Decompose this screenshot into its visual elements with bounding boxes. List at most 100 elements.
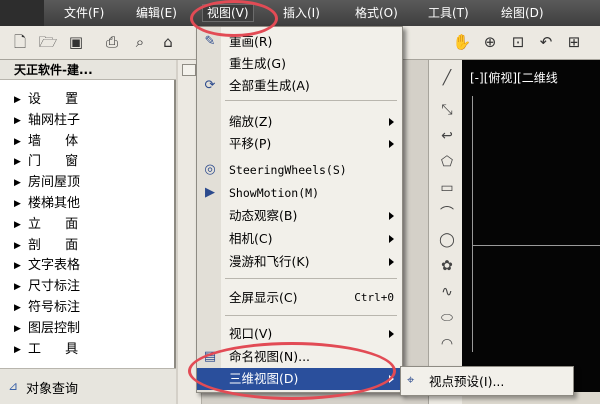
panel-item[interactable]: 轴网柱子 (28, 111, 80, 131)
menu-separator (225, 100, 397, 101)
new-file-icon[interactable]: 🗋 (10, 32, 30, 52)
line-icon[interactable]: ╱ (437, 68, 457, 88)
menu-file[interactable]: 文件(F) (60, 4, 108, 22)
view-menu-item[interactable]: 动态观察(B) (197, 205, 402, 227)
panel-item-arrow-icon: ▶ (14, 219, 21, 230)
panel-item[interactable]: 剖 面 (28, 236, 88, 256)
crosshair-vertical (472, 96, 473, 352)
showmotion-icon: ▶ (205, 185, 215, 200)
panel-item-arrow-icon: ▶ (14, 282, 21, 293)
submenu-arrow-icon (389, 258, 394, 266)
menu-separator (225, 278, 397, 279)
panel-item-arrow-icon: ▶ (14, 199, 21, 209)
arc-icon[interactable]: ⌒ (437, 204, 457, 224)
menu-draw[interactable]: 绘图(D) (497, 4, 548, 22)
view-menu-item-label: 漫游和飞行(K) (229, 254, 310, 269)
view-menu-item-label: 动态观察(B) (229, 208, 298, 223)
view-menu-item-label: 重生成(G) (229, 56, 286, 71)
submenu-item-viewpoint-preset[interactable]: 视点预设(I)... (429, 373, 504, 391)
save-icon[interactable]: ▣ (66, 32, 86, 52)
view-menu-item-label: 全屏显示(C) (229, 290, 298, 305)
panel-item-arrow-icon: ▶ (14, 344, 21, 355)
view-menu-item[interactable]: 全屏显示(C) Ctrl+0 (197, 287, 402, 309)
view-menu-item[interactable]: 重生成(G) (197, 53, 402, 75)
zoom-window-icon[interactable]: ⊡ (508, 32, 528, 52)
panel-item[interactable]: 墙 体 (28, 132, 88, 152)
panel-item-arrow-icon: ▶ (14, 178, 21, 189)
view-menu-item[interactable]: 缩放(Z) (197, 111, 402, 133)
panel-item-arrow-icon: ▶ (14, 115, 21, 126)
panel-item-arrow-icon: ▶ (14, 95, 21, 105)
menu-format[interactable]: 格式(O) (351, 4, 402, 22)
view-menu-item-label: 平移(P) (229, 136, 272, 151)
construction-line-icon[interactable]: ⤡ (437, 100, 457, 120)
panel-item[interactable]: 房间屋顶 (28, 173, 80, 193)
viewport-label[interactable]: [-][俯视][二维线 (470, 69, 558, 86)
publish-icon[interactable]: ⌂ (158, 32, 178, 52)
steering-wheel-icon: ◎ (204, 162, 216, 177)
view-menu-item[interactable]: 平移(P) (197, 133, 402, 155)
view-menu-item-label: 全部重生成(A) (229, 78, 310, 93)
app-strip (0, 0, 44, 26)
panel-item[interactable]: 图层控制 (28, 319, 80, 339)
panel-item[interactable]: 立 面 (28, 215, 88, 235)
view-menu-item[interactable]: ⟳ 全部重生成(A) (197, 75, 402, 97)
submenu-arrow-icon (389, 118, 394, 126)
menu-tools[interactable]: 工具(T) (424, 4, 473, 22)
panel-item[interactable]: 楼梯其他 (28, 194, 80, 214)
tangent-screen-menu: 天正软件-建... ▶ 设 置 ▶ 轴网柱子 ▶ 墙 体 ▶ 门 窗 ▶ 房间屋顶 ▶ 楼梯其他 ▶ 立 … (0, 60, 176, 404)
submenu-arrow-icon (389, 140, 394, 148)
annotation-ring-view-menu (190, 0, 278, 37)
polyline-icon[interactable]: ↩ (437, 126, 457, 146)
submenu-arrow-icon (389, 212, 394, 220)
middle-column-button[interactable] (182, 64, 196, 76)
panel-item-arrow-icon: ▶ (14, 240, 21, 251)
rectangle-icon[interactable]: ▭ (437, 178, 457, 198)
app-window: 文件(F) 编辑(E) 视图(V) 插入(I) 格式(O) 工具(T) 绘图(D… (0, 0, 600, 404)
pan-hand-icon[interactable]: ✋ (452, 32, 472, 52)
viewpoint-preset-icon: ⌖ (407, 373, 415, 388)
panel-item[interactable]: 文字表格 (28, 256, 80, 276)
panel-item-arrow-icon: ▶ (14, 303, 21, 313)
3d-view-submenu: ⌖ 视点预设(I)... (400, 366, 574, 396)
submenu-arrow-icon (389, 235, 394, 243)
view-menu-item-label: 相机(C) (229, 231, 273, 246)
panel-item[interactable]: 尺寸标注 (28, 277, 80, 297)
panel-item-arrow-icon: ▶ (14, 323, 21, 334)
ellipse-icon[interactable]: ⬭ (437, 308, 457, 328)
zoom-realtime-icon[interactable]: ⊕ (480, 32, 500, 52)
panel-item[interactable]: 设 置 (28, 90, 88, 110)
submenu-arrow-icon (389, 330, 394, 338)
view-menu-item[interactable]: 相机(C) (197, 228, 402, 250)
panel-item[interactable]: 符号标注 (28, 298, 80, 318)
spline-icon[interactable]: ∿ (437, 282, 457, 302)
panel-item-arrow-icon: ▶ (14, 261, 21, 272)
view-menu-item[interactable]: ▶ ShowMotion(M) (197, 182, 402, 204)
menu-insert[interactable]: 插入(I) (279, 4, 324, 22)
shortcut-label: Ctrl+0 (354, 291, 394, 304)
panel-item-arrow-icon: ▶ (14, 136, 21, 147)
view-menu-item[interactable]: ◎ SteeringWheels(S) (197, 159, 402, 181)
panel-item[interactable]: 工 具 (28, 340, 88, 360)
panel-item[interactable]: 门 窗 (28, 152, 88, 172)
regen-all-icon: ⟳ (204, 78, 216, 93)
zoom-previous-icon[interactable]: ↶ (536, 32, 556, 52)
view-menu-item-label: 缩放(Z) (229, 114, 273, 129)
open-folder-icon[interactable]: 🗁 (38, 32, 58, 52)
print-preview-icon[interactable]: ⌕ (130, 32, 150, 52)
view-menu-item-label: 视口(V) (229, 326, 273, 341)
drawing-canvas[interactable]: [-][俯视][二维线 (462, 60, 600, 404)
panel-bottom-bar: ⊿ 对象查询 (0, 368, 176, 404)
zoom-extents-icon[interactable]: ⊞ (564, 32, 584, 52)
revision-cloud-icon[interactable]: ✿ (437, 256, 457, 276)
ellipse-arc-icon[interactable]: ◠ (437, 334, 457, 354)
menu-edit[interactable]: 编辑(E) (132, 4, 181, 22)
object-query-item[interactable]: 对象查询 (26, 378, 78, 397)
draw-toolbar: ╱ ⤡ ↩ ⬠ ▭ ⌒ ◯ ✿ ∿ ⬭ ◠ (428, 60, 462, 404)
panel-title: 天正软件-建... (0, 60, 176, 80)
print-icon[interactable]: ⎙ (102, 32, 122, 52)
view-menu-item[interactable]: 漫游和飞行(K) (197, 251, 402, 273)
polygon-icon[interactable]: ⬠ (437, 152, 457, 172)
view-menu-item-label: ShowMotion(M) (229, 186, 320, 200)
circle-icon[interactable]: ◯ (437, 230, 457, 250)
